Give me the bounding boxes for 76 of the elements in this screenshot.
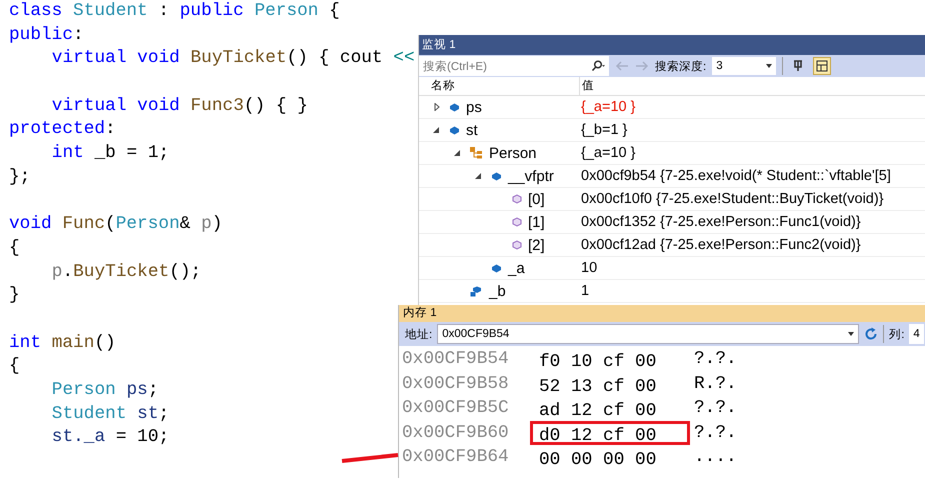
variable-value: 0x00cf12ad {7-25.exe!Person::Func2(void)}: [580, 237, 862, 253]
field-icon: [449, 102, 460, 112]
search-icon: [591, 60, 605, 72]
variable-name: [2]: [528, 236, 545, 254]
code-line: st._a = 10;: [52, 426, 170, 450]
memory-ascii: ....: [694, 447, 737, 468]
variable-value: {_b=1 }: [580, 122, 628, 138]
annotation-line: [342, 453, 398, 463]
variable-value: 10: [580, 260, 598, 276]
code-line: {: [9, 355, 20, 378]
field-icon: [491, 172, 502, 180]
caret-icon: [848, 332, 854, 336]
memory-address: 0x00CF9B60: [401, 422, 510, 443]
address-label: 地址:: [405, 328, 432, 342]
variable-value: {_a=10 }: [580, 145, 636, 161]
code-line: virtual void BuyTicket() { cout <<: [52, 47, 415, 70]
memory-ascii: ?.?.: [694, 349, 737, 370]
code-line: int main(): [9, 332, 116, 355]
depth-label: 搜索深度:: [655, 60, 706, 74]
toolbar-button[interactable]: [813, 57, 832, 75]
code-line: protected:: [9, 118, 116, 142]
memory-ascii: ?.?.: [694, 398, 737, 418]
method-icon: [512, 240, 522, 250]
memory-ascii: ?.?.: [694, 422, 737, 443]
protected-field-icon: [470, 286, 483, 296]
code-line: Student st;: [52, 402, 170, 426]
variable-name: [1]: [528, 214, 545, 230]
memory-ascii: R.?.: [694, 374, 737, 394]
code-line: public:: [9, 24, 84, 47]
variable-name: st: [466, 122, 478, 138]
code-line: p.BuyTicket();: [52, 260, 202, 284]
variable-name: __vfptr: [508, 168, 554, 184]
method-icon: [512, 217, 522, 227]
code-line: int _b = 1;: [52, 142, 170, 166]
variable-name: _a: [508, 260, 525, 276]
base-class-icon: [470, 147, 483, 159]
search-field[interactable]: 搜索(Ctrl+E): [419, 56, 609, 76]
columns-field[interactable]: 4: [909, 324, 924, 344]
variable-name: ps: [466, 98, 482, 116]
memory-address: 0x00CF9B54: [401, 349, 510, 370]
memory-address: 0x00CF9B64: [401, 447, 510, 468]
field-icon: [491, 264, 502, 272]
variable-value: 0x00cf1352 {7-25.exe!Person::Func1(void)}: [580, 214, 862, 230]
columns-label: 列:: [889, 328, 904, 342]
code-line: class Student : public Person {: [9, 0, 340, 23]
memory-bytes: 52 13 cf 00: [538, 376, 658, 396]
caret-icon: [766, 64, 772, 68]
memory-bytes: d0 12 cf 00: [530, 420, 690, 445]
memory-address: 0x00CF9B58: [401, 374, 510, 394]
method-icon: [512, 194, 522, 204]
code-line: Person ps;: [52, 379, 159, 402]
column-header: 名称: [430, 78, 456, 94]
variable-value: 0x00cf9b54 {7-25.exe!void(* Student::`vftable'[5]: [580, 168, 892, 184]
memory-bytes: f0 10 cf 00: [538, 351, 658, 372]
code-line: {: [9, 236, 20, 260]
variable-value: 0x00cf10f0 {7-25.exe!Student::BuyTicket(void)}: [580, 191, 885, 207]
memory-bytes: 00 00 00 00: [538, 449, 658, 470]
variable-value: {_a=10 }: [580, 99, 636, 115]
window-title: 内存 1: [399, 305, 925, 322]
depth-dropdown[interactable]: 3: [712, 57, 776, 75]
code-line: virtual void Func3() { }: [52, 94, 308, 118]
address-field[interactable]: 0x00CF9B54: [437, 324, 860, 344]
column-header: 值: [579, 77, 925, 95]
memory-address: 0x00CF9B5C: [401, 398, 510, 418]
window-title: 监视 1: [419, 35, 925, 55]
variable-name: Person: [489, 144, 537, 162]
layout-icon: [815, 59, 830, 73]
refresh-icon[interactable]: [864, 327, 878, 341]
code-line: };: [9, 166, 30, 189]
variable-value: 1: [580, 283, 590, 299]
memory-bytes: ad 12 cf 00: [538, 400, 658, 420]
field-icon: [449, 126, 460, 134]
code-line: void Func(Person& p): [9, 213, 222, 236]
code-line: }: [9, 284, 20, 308]
variable-name: [0]: [528, 190, 545, 208]
variable-name: _b: [489, 282, 506, 300]
